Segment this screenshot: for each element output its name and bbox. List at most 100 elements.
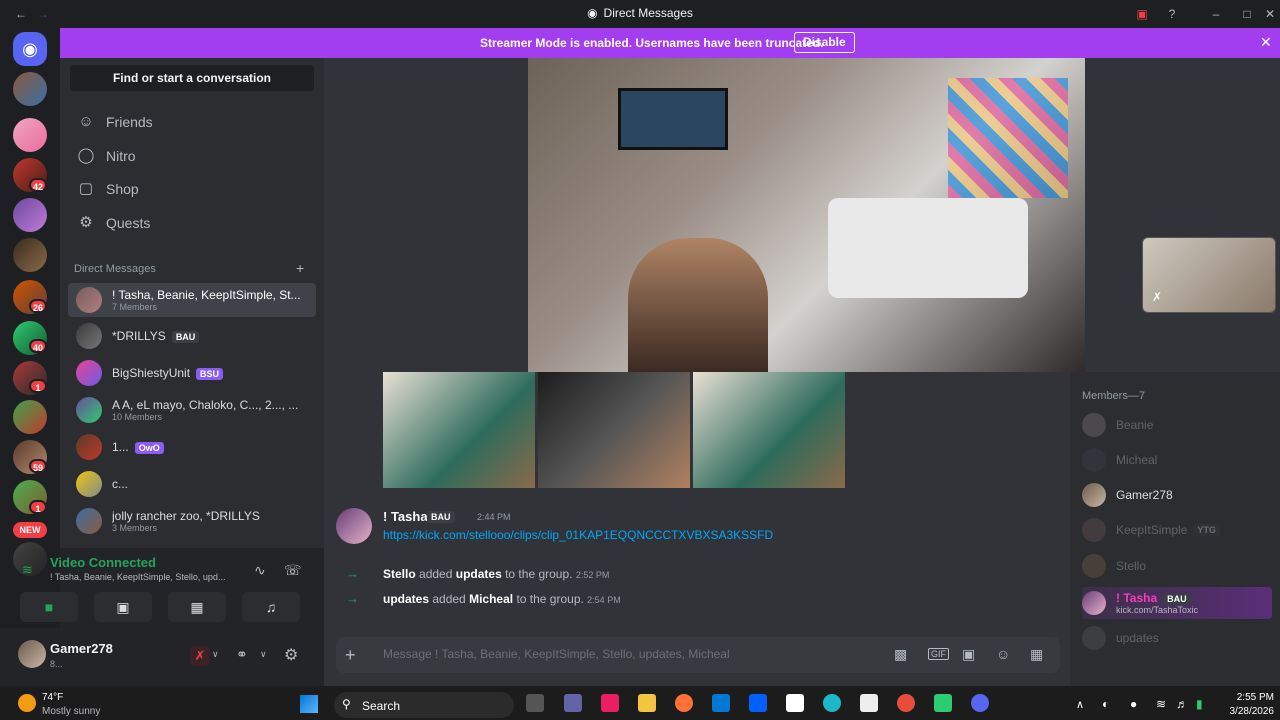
copilot-icon[interactable] (601, 694, 619, 712)
discord-home-icon[interactable]: ◉ (13, 32, 47, 66)
nav-nitro[interactable]: ◯ Nitro (70, 140, 314, 172)
app-icon[interactable] (934, 694, 952, 712)
disconnect-icon[interactable]: ☏ (284, 562, 302, 579)
sys-verb: added (432, 592, 466, 606)
member-item[interactable]: ! Tasha BAU kick.com/TashaToxic (1082, 587, 1272, 619)
audio-options-chevron-icon[interactable]: ∨ (260, 649, 267, 660)
avatar[interactable] (18, 640, 46, 668)
sys-actor[interactable]: Stello (383, 567, 416, 581)
close-window-icon[interactable]: ✕ (1261, 5, 1279, 23)
clock-date[interactable]: 3/28/2026 (1218, 706, 1275, 717)
clock-time[interactable]: 2:55 PM (1228, 692, 1274, 703)
mute-mic-icon[interactable]: ✗ (190, 646, 210, 666)
discord-taskbar-icon[interactable] (971, 694, 989, 712)
dm-item[interactable]: BigShiestyUnit BSU (68, 356, 316, 390)
activities-button[interactable]: ▦ (168, 592, 226, 622)
noise-suppression-icon[interactable]: ∿ (254, 562, 266, 579)
firefox-icon[interactable] (675, 694, 693, 712)
screen-share-button[interactable]: ▣ (94, 592, 152, 622)
edge-icon[interactable] (823, 694, 841, 712)
notepad-icon[interactable] (860, 694, 878, 712)
dm-name: ! Tasha, Beanie, KeepItSimple, St... (112, 288, 301, 302)
member-item[interactable]: Stello (1082, 552, 1272, 580)
unread-badge: 42 (29, 178, 48, 192)
video-stream[interactable] (528, 58, 1085, 372)
image-attachment[interactable] (538, 372, 690, 488)
member-name: Micheal (1116, 453, 1158, 467)
mail-icon[interactable] (712, 694, 730, 712)
microphone-icon[interactable]: ● (1130, 697, 1137, 711)
help-icon[interactable]: ? (1163, 5, 1181, 23)
tray-icon[interactable]: ◐ (1102, 697, 1109, 711)
dm-item[interactable]: 1... OwO (68, 430, 316, 464)
avatar[interactable] (336, 508, 372, 544)
sticker-icon[interactable]: ▣ (962, 646, 975, 663)
sys-target[interactable]: Micheal (469, 592, 513, 606)
tray-chevron-icon[interactable]: ∧ (1076, 698, 1084, 711)
nav-quests[interactable]: ⚙ Quests (70, 207, 314, 239)
gif-icon[interactable]: GIF (928, 648, 949, 660)
server-icon[interactable] (13, 198, 47, 232)
add-attachment-icon[interactable]: + (345, 645, 356, 666)
self-video-pip[interactable] (1142, 237, 1276, 313)
windows-start-icon[interactable] (300, 695, 318, 713)
battery-icon[interactable]: ▮ (1196, 697, 1203, 711)
dm-item[interactable]: *DRILLYS BAU (68, 319, 316, 353)
message-input[interactable]: Message ! Tasha, Beanie, KeepItSimple, S… (383, 647, 883, 661)
member-item[interactable]: Beanie (1082, 411, 1272, 439)
dm-item[interactable]: jolly rancher zoo, *DRILLYS 3 Members (68, 504, 316, 538)
create-dm-icon[interactable]: + (296, 260, 304, 276)
message-link[interactable]: https://kick.com/stellooo/clips/clip_01K… (383, 528, 773, 542)
obs-icon[interactable] (897, 694, 915, 712)
member-item[interactable]: KeepItSimple YTG (1082, 516, 1272, 544)
weather-icon[interactable] (18, 694, 36, 712)
dm-item[interactable]: A A, eL mayo, Chaloko, C..., 2..., ... 10… (68, 393, 316, 427)
file-explorer-icon[interactable] (638, 694, 656, 712)
sys-target[interactable]: updates (456, 567, 502, 581)
member-item[interactable]: Gamer278 (1082, 481, 1272, 509)
mic-options-chevron-icon[interactable]: ∨ (212, 649, 219, 660)
server-icon[interactable] (13, 72, 47, 106)
task-view-icon[interactable] (526, 694, 544, 712)
dm-item[interactable]: c... (68, 467, 316, 501)
weather-desc: Mostly sunny (42, 706, 101, 717)
nav-friends[interactable]: ☺ Friends (70, 106, 314, 138)
maximize-icon[interactable]: □ (1238, 5, 1256, 23)
notion-icon[interactable] (786, 694, 804, 712)
image-attachment[interactable] (383, 372, 535, 488)
image-attachment[interactable] (693, 372, 845, 488)
soundboard-button[interactable]: ♫ (242, 592, 300, 622)
emoji-icon[interactable]: ☺ (996, 646, 1010, 662)
teams-icon[interactable] (564, 694, 582, 712)
message-author[interactable]: ! Tasha (383, 509, 428, 524)
dm-header: Direct Messages (74, 263, 156, 275)
apps-icon[interactable]: ▦ (1030, 646, 1043, 663)
member-item[interactable]: updates (1082, 624, 1272, 652)
server-icon[interactable] (13, 118, 47, 152)
gift-icon[interactable]: ▩ (894, 646, 907, 663)
member-item[interactable]: Micheal (1082, 446, 1272, 474)
settings-gear-icon[interactable]: ⚙ (284, 645, 298, 665)
minimize-icon[interactable]: – (1207, 5, 1225, 23)
taskbar-search[interactable] (334, 692, 514, 718)
sys-tail: to the group. (516, 592, 584, 606)
person-silhouette (628, 238, 768, 372)
dm-name: c... (112, 477, 129, 491)
wifi-icon[interactable]: ≋ (1156, 697, 1166, 711)
clan-tag: BAU (427, 511, 455, 523)
dm-item[interactable]: ! Tasha, Beanie, KeepItSimple, St... 7 Me… (68, 283, 316, 317)
server-icon[interactable] (13, 400, 47, 434)
avatar (76, 360, 102, 386)
dropbox-icon[interactable] (749, 694, 767, 712)
voice-channel[interactable]: ! Tasha, Beanie, KeepItSimple, Stello, u… (50, 572, 240, 582)
sys-actor[interactable]: updates (383, 592, 429, 606)
volume-icon[interactable]: ♬ (1176, 697, 1188, 711)
headphones-icon[interactable]: ⚭ (236, 646, 248, 663)
disable-button[interactable]: Disable (794, 32, 855, 53)
banner-close-icon[interactable]: ✕ (1260, 34, 1272, 51)
camera-button[interactable]: ■ (20, 592, 78, 622)
server-icon[interactable] (13, 238, 47, 272)
nav-shop[interactable]: ▢ Shop (70, 173, 314, 205)
find-conversation-button[interactable]: Find or start a conversation (70, 65, 314, 91)
inbox-icon[interactable]: ▣ (1133, 5, 1151, 23)
